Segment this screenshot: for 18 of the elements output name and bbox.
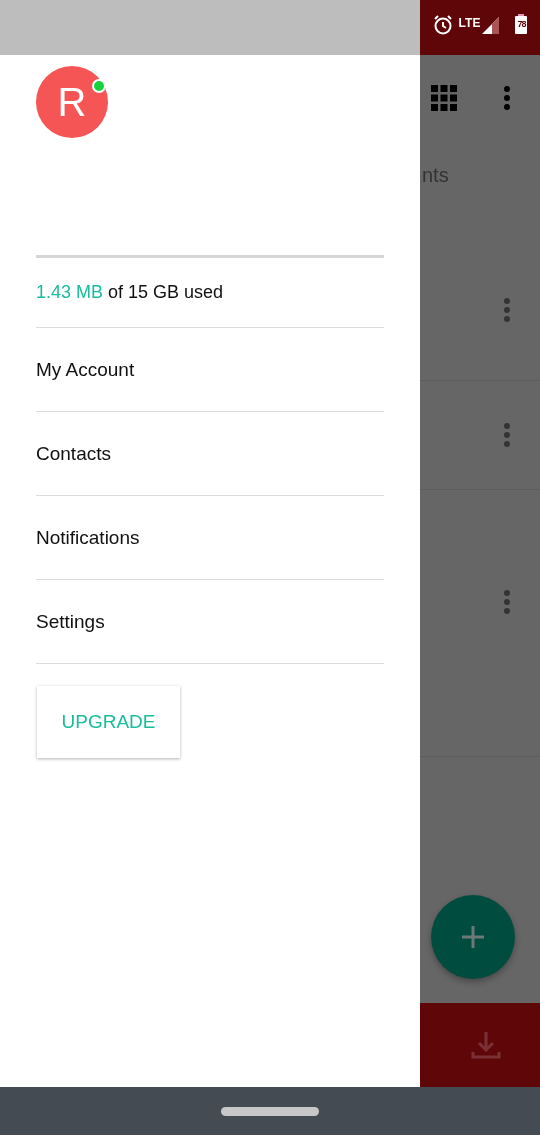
menu-item[interactable]: Settings xyxy=(36,580,384,664)
alarm-icon xyxy=(432,14,453,36)
menu-item[interactable]: My Account xyxy=(36,328,384,412)
more-icon[interactable] xyxy=(503,85,511,110)
add-button[interactable] xyxy=(431,895,515,979)
grid-icon[interactable] xyxy=(431,84,457,111)
plus-icon xyxy=(461,925,485,949)
signal-icon xyxy=(482,17,500,34)
home-handle[interactable] xyxy=(221,1106,319,1116)
more-icon[interactable] xyxy=(503,590,511,614)
battery-icon: 78 xyxy=(515,14,528,34)
menu-item[interactable]: Contacts xyxy=(36,412,384,496)
more-icon[interactable] xyxy=(503,423,511,447)
download-icon[interactable] xyxy=(471,1030,501,1060)
more-icon[interactable] xyxy=(503,298,511,322)
menu-item[interactable]: Notifications xyxy=(36,496,384,580)
storage-usage: 1.43 MB of 15 GB used xyxy=(36,258,384,328)
network-type: LTE xyxy=(458,16,481,30)
